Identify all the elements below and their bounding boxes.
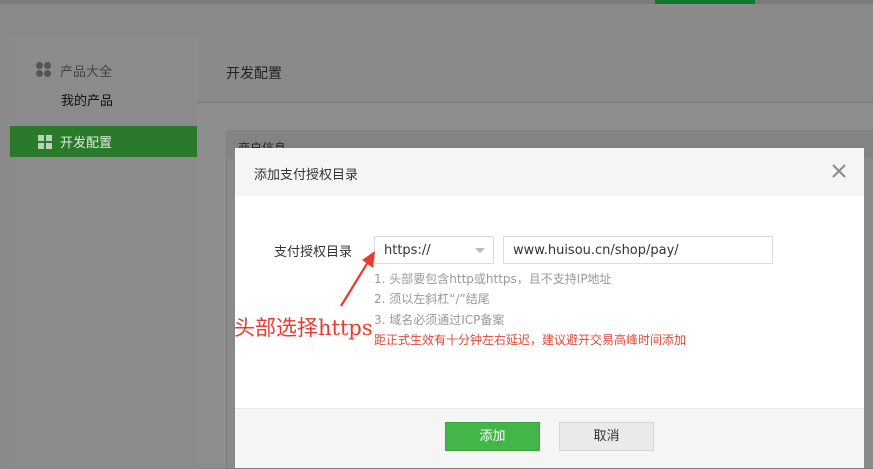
domain-input[interactable] — [503, 236, 773, 264]
dialog-body — [235, 196, 864, 408]
protocol-select-value: https:// — [384, 243, 431, 258]
annotation-arrow-icon — [340, 251, 375, 307]
close-icon[interactable] — [830, 162, 848, 180]
add-button[interactable]: 添加 — [445, 422, 540, 451]
top-bar-active-tab[interactable] — [655, 0, 755, 4]
dialog-footer — [235, 408, 864, 468]
dialog-header: 添加支付授权目录 — [235, 148, 864, 197]
tip-line-3: 3. 域名必须通过ICP备案 — [374, 313, 505, 327]
product-flower-icon — [36, 62, 52, 78]
cancel-button[interactable]: 取消 — [559, 422, 654, 451]
warning-text: 距正式生效有十分钟左右延迟，建议避开交易高峰时间添加 — [374, 333, 687, 347]
grid-icon — [38, 134, 52, 149]
sidebar-item-my-products[interactable]: 我的产品 — [61, 90, 113, 109]
tip-line-2: 2. 须以左斜杠“/”结尾 — [374, 292, 490, 306]
chevron-down-icon — [475, 248, 485, 253]
page-title: 开发配置 — [226, 66, 282, 82]
sidebar-item-dev-config[interactable]: 开发配置 — [10, 126, 197, 157]
add-pay-directory-dialog: 添加支付授权目录 支付授权目录 https:// 1. 头部要包含http或ht… — [235, 148, 864, 468]
main-header — [198, 36, 873, 103]
sidebar-group-products[interactable]: 产品大全 — [36, 60, 112, 80]
protocol-select[interactable]: https:// — [374, 236, 494, 264]
dialog-title: 添加支付授权目录 — [254, 168, 359, 183]
sidebar-group-label: 产品大全 — [60, 64, 113, 80]
sidebar-item-label: 开发配置 — [60, 136, 113, 151]
annotation-text: 头部选择https — [234, 316, 373, 340]
tip-line-1: 1. 头部要包含http或https，且不支持IP地址 — [374, 272, 612, 286]
